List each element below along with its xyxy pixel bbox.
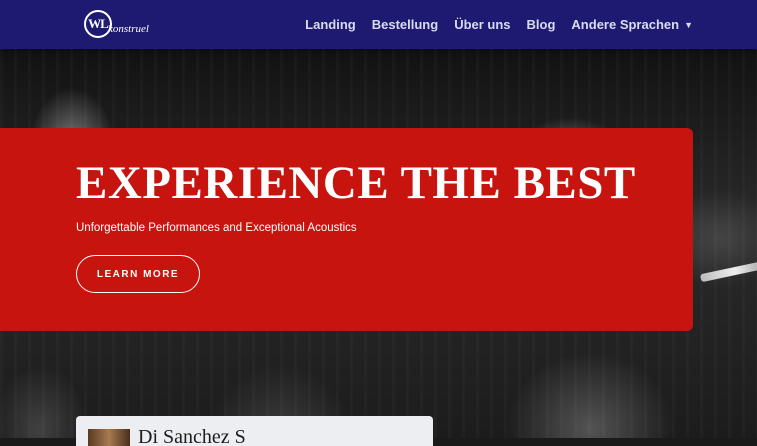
hero-subline: Unforgettable Performances and Exception…: [76, 222, 357, 234]
main-menu: Landing Bestellung Über uns Blog Andere …: [289, 0, 693, 49]
hero-headline: EXPERIENCE THE BEST: [76, 157, 636, 209]
hero-panel: EXPERIENCE THE BEST Unforgettable Perfor…: [0, 128, 693, 331]
logo-text: konstruel: [108, 23, 149, 35]
featured-card[interactable]: Di Sanchez S: [76, 416, 433, 446]
top-navigation-bar: WL konstruel Landing Bestellung Über uns…: [0, 0, 757, 49]
nav-item-landing[interactable]: Landing: [305, 17, 356, 32]
nav-item-label: Bestellung: [371, 17, 439, 32]
nav-item-label: Über uns: [454, 17, 511, 32]
nav-item-blog[interactable]: Blog: [527, 17, 556, 32]
chevron-down-icon: ▼: [684, 19, 693, 30]
nav-item-ueber-uns[interactable]: Über uns: [454, 17, 510, 32]
nav-item-label: Andere Sprachen: [571, 17, 680, 32]
nav-item-label: Landing: [305, 17, 356, 32]
learn-more-button[interactable]: LEARN MORE: [76, 255, 200, 293]
nav-item-label: Blog: [526, 17, 556, 32]
flute-detail: [699, 259, 757, 283]
nav-item-andere-sprachen[interactable]: Andere Sprachen ▼: [571, 17, 693, 32]
nav-item-bestellung[interactable]: Bestellung: [372, 17, 438, 32]
site-logo[interactable]: WL konstruel: [84, 8, 149, 40]
card-title: Di Sanchez S: [138, 426, 246, 446]
